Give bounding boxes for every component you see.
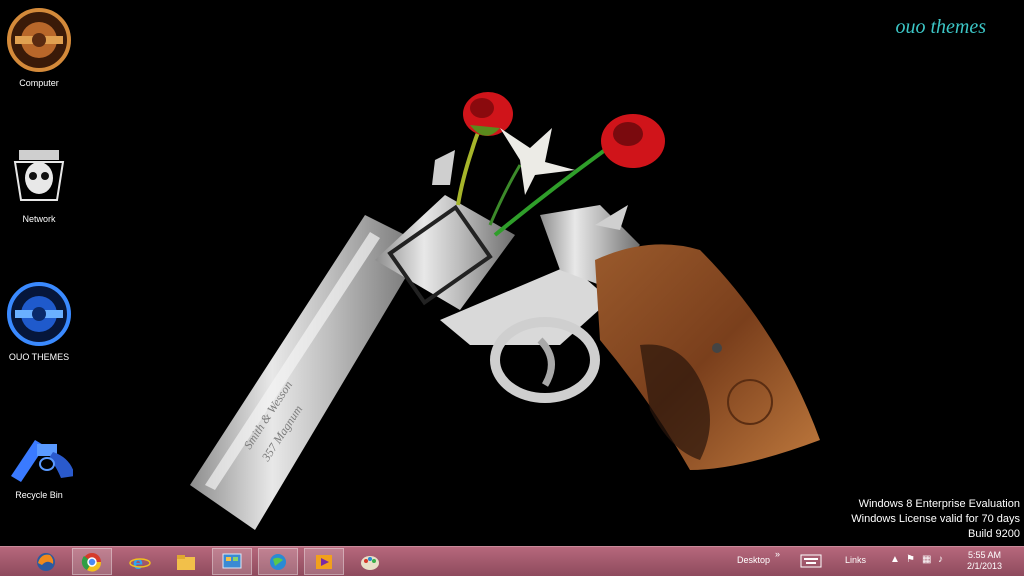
taskbar-paint-button[interactable]	[350, 548, 390, 575]
taskbar-chrome-button[interactable]	[72, 548, 112, 575]
taskbar-media-button[interactable]	[304, 548, 344, 575]
gnr-blue-logo-icon	[7, 282, 71, 346]
taskbar-control-panel-button[interactable]	[212, 548, 252, 575]
firefox-icon	[37, 552, 55, 571]
control-panel-icon	[222, 553, 242, 568]
volume-icon[interactable]: ♪	[938, 554, 943, 565]
internet-explorer-icon: e	[129, 553, 151, 573]
chrome-icon	[81, 552, 102, 572]
watermark-license: Windows License valid for 70 days	[851, 513, 1020, 525]
windows-watermark: Windows 8 Enterprise Evaluation Windows …	[851, 497, 1020, 542]
desktop-icon-label: OUO THEMES	[8, 352, 70, 362]
wallpaper-revolver: Smith & Wesson 357 Magnum	[190, 92, 820, 530]
desktop-toolbar-label[interactable]: Desktop	[737, 555, 770, 565]
desktop: Smith & Wesson 357 Magnum ouo themes Com…	[0, 0, 1024, 546]
desktop-icon-label: Network	[22, 214, 56, 224]
revolver-icon	[11, 440, 73, 482]
taskbar-internet-explorer-button[interactable]: e	[120, 548, 160, 575]
flag-icon[interactable]: ⚑	[906, 554, 915, 565]
paint-icon	[361, 555, 379, 570]
desktop-icon-computer[interactable]: Computer	[0, 6, 78, 88]
brand-text: ouo themes	[895, 16, 986, 38]
desktop-icon-recycle-bin[interactable]: Recycle Bin	[0, 418, 78, 500]
desktop-icon-label: Computer	[19, 78, 59, 88]
gnr-logo-icon	[7, 8, 71, 72]
taskbar-file-explorer-button[interactable]	[166, 548, 206, 575]
desktop-icon-ouo-themes[interactable]: OUO THEMES	[0, 280, 78, 362]
taskbar: e Desktop » Links ▲ ⚑ ▦ ♪ 5:55 AM 2/1/20…	[0, 546, 1024, 576]
network-globe-icon	[270, 553, 286, 570]
media-icon	[316, 554, 332, 569]
skull-logo-icon	[13, 150, 65, 201]
show-hidden-icons-icon[interactable]: ▲	[890, 554, 900, 565]
file-explorer-icon	[177, 554, 195, 570]
clock-time: 5:55 AM	[967, 550, 1001, 560]
network-icon[interactable]: ▦	[922, 554, 931, 565]
desktop-icon-network[interactable]: Network	[0, 142, 78, 224]
clock-date: 2/1/2013	[966, 561, 1002, 571]
watermark-build: Build 9200	[968, 528, 1020, 540]
links-toolbar-label[interactable]: Links	[845, 555, 866, 565]
keyboard-icon[interactable]	[800, 554, 822, 571]
taskbar-firefox-button[interactable]	[26, 548, 66, 575]
desktop-icon-label: Recycle Bin	[15, 490, 63, 500]
clock[interactable]: 5:55 AM 2/1/2013	[967, 550, 1002, 572]
watermark-edition: Windows 8 Enterprise Evaluation	[858, 498, 1020, 510]
taskbar-network-button[interactable]	[258, 548, 298, 575]
svg-text:e: e	[133, 553, 143, 573]
toolbar-expand-chevron[interactable]: »	[775, 549, 780, 559]
